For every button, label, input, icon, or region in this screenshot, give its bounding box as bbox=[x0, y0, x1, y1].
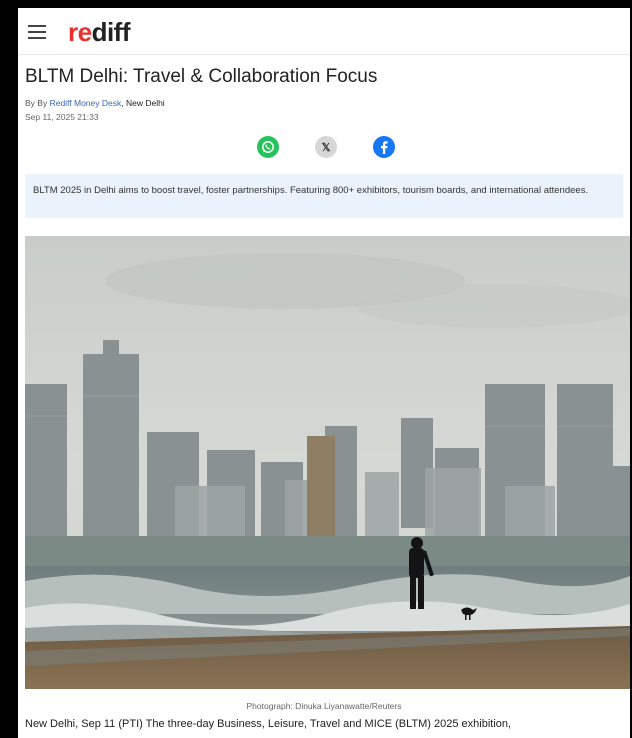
article-headline: BLTM Delhi: Travel & Collaboration Focus bbox=[25, 66, 378, 87]
facebook-share-button[interactable] bbox=[373, 136, 395, 158]
article-photo[interactable] bbox=[25, 236, 630, 689]
article-body-first-line: New Delhi, Sep 11 (PTI) The three-day Bu… bbox=[25, 718, 512, 730]
article-summary: BLTM 2025 in Delhi aims to boost travel,… bbox=[25, 174, 623, 218]
facebook-icon bbox=[381, 141, 388, 154]
page-frame: rediff BLTM Delhi: Travel & Collaboratio… bbox=[18, 8, 630, 738]
byline-prefix: By By bbox=[25, 98, 48, 108]
whatsapp-share-button[interactable] bbox=[257, 136, 279, 158]
whatsapp-icon bbox=[262, 141, 274, 153]
beach-skyline-photo bbox=[25, 236, 630, 689]
publish-date: Sep 11, 2025 21:33 bbox=[25, 112, 99, 122]
x-share-button[interactable]: 𝕏 bbox=[315, 136, 337, 158]
x-icon: 𝕏 bbox=[321, 141, 331, 154]
byline: By By Rediff Money Desk, New Delhi bbox=[25, 98, 165, 108]
byline-location: , New Delhi bbox=[121, 98, 165, 108]
top-bar: rediff bbox=[18, 8, 630, 55]
hamburger-icon[interactable] bbox=[28, 25, 46, 39]
rediff-logo[interactable]: rediff bbox=[68, 17, 131, 48]
photo-credit: Photograph: Dinuka Liyanawatte/Reuters bbox=[246, 701, 402, 711]
author-link[interactable]: Rediff Money Desk bbox=[50, 98, 122, 108]
